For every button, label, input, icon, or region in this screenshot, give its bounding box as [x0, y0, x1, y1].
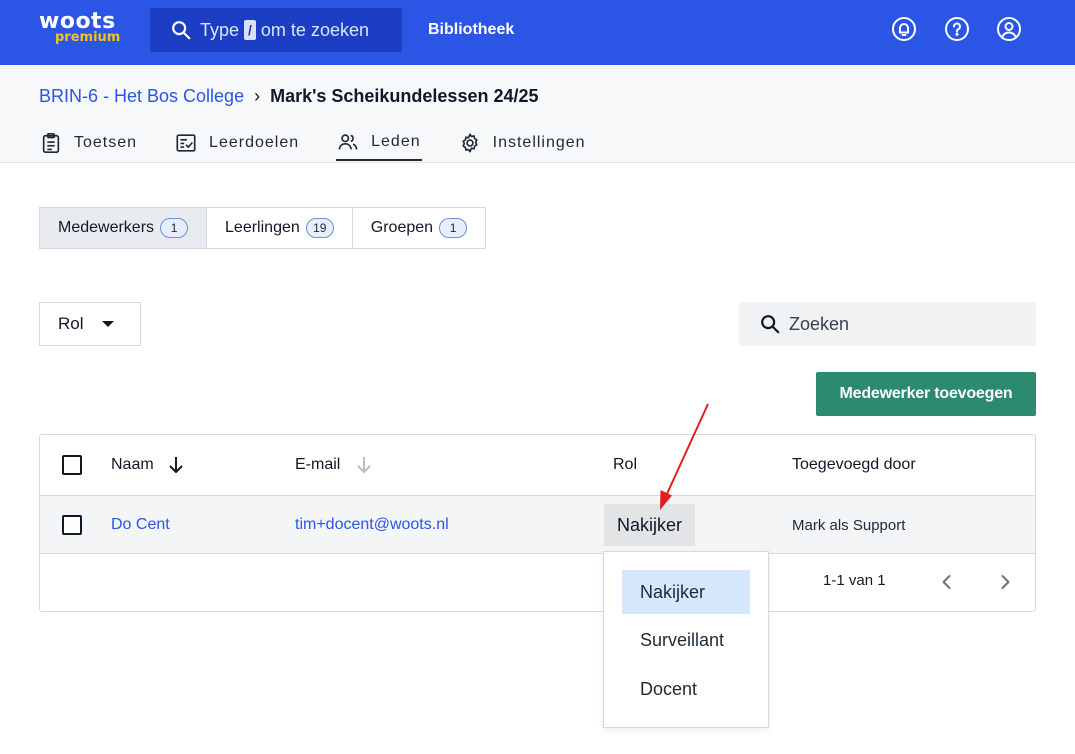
tab-label: Leden [371, 133, 421, 150]
column-header-role: Rol [613, 456, 638, 473]
role-option-nakijker[interactable]: Nakijker [622, 570, 750, 614]
segment-groepen[interactable]: Groepen 1 [353, 208, 485, 248]
select-all-checkbox[interactable] [62, 455, 82, 475]
column-header-label: Naam [111, 456, 154, 473]
segment-label: Medewerkers [58, 219, 155, 236]
course-tabs: Toetsen Leerdoelen Leden Instellingen [39, 125, 623, 163]
member-search-input[interactable]: Zoeken [739, 302, 1036, 346]
role-option-docent[interactable]: Docent [622, 667, 750, 711]
column-header-label: E-mail [295, 456, 341, 473]
segment-label: Leerlingen [225, 219, 300, 236]
table-header-row: Naam E-mail Rol Toegevoegd door [40, 435, 1035, 496]
clipboard-icon [42, 133, 60, 153]
search-placeholder: Zoeken [789, 313, 850, 334]
column-header-email[interactable]: E-mail [295, 453, 374, 477]
chevron-left-icon[interactable] [936, 571, 958, 593]
help-icon[interactable] [944, 16, 970, 42]
tab-label: Leerdoelen [209, 134, 300, 151]
account-icon[interactable] [996, 16, 1022, 42]
caret-down-icon [101, 321, 114, 327]
breadcrumb: BRIN-6 - Het Bos College › Mark's Scheik… [39, 85, 539, 107]
role-dropdown-menu: Nakijker Surveillant Docent [603, 551, 769, 728]
row-checkbox[interactable] [62, 515, 82, 535]
top-navigation-bar: woots premium Type / om te zoeken Biblio… [0, 0, 1075, 65]
segment-leerlingen[interactable]: Leerlingen 19 [207, 208, 353, 248]
segment-label: Groepen [370, 219, 434, 236]
search-icon [172, 21, 191, 40]
count-badge: 1 [439, 218, 468, 238]
tab-label: Instellingen [492, 134, 586, 151]
breadcrumb-school-link[interactable]: BRIN-6 - Het Bos College [39, 85, 244, 107]
add-staff-button[interactable]: Medewerker toevoegen [816, 372, 1036, 416]
count-badge: 1 [160, 218, 189, 238]
added-by-text: Mark als Support [792, 516, 906, 534]
role-select[interactable]: Nakijker [604, 504, 695, 546]
gear-icon [462, 133, 478, 153]
table-pagination: 1-1 van 1 [40, 554, 1035, 611]
logo-subtitle: premium [55, 30, 121, 45]
member-name-link[interactable]: Do Cent [111, 513, 170, 537]
nav-link-bibliotheek[interactable]: Bibliotheek [428, 20, 514, 40]
member-email-link[interactable]: tim+docent@woots.nl [295, 513, 449, 537]
page-header: BRIN-6 - Het Bos College › Mark's Scheik… [0, 65, 1075, 163]
breadcrumb-current-course: Mark's Scheikundelessen 24/25 [270, 86, 539, 106]
members-table: Naam E-mail Rol Toegevoegd door Do Cent … [39, 434, 1036, 612]
column-header-added-by: Toegevoegd door [792, 456, 916, 473]
role-filter-label: Rol [58, 314, 84, 333]
breadcrumb-separator: › [254, 86, 261, 106]
checklist-icon [176, 134, 196, 152]
chevron-right-icon[interactable] [994, 571, 1016, 593]
search-icon [761, 315, 780, 334]
sort-descending-icon[interactable] [166, 455, 186, 475]
woots-premium-logo[interactable]: woots premium [39, 10, 129, 50]
users-icon [338, 134, 358, 150]
role-option-surveillant[interactable]: Surveillant [622, 618, 750, 662]
role-filter-dropdown[interactable]: Rol [39, 302, 141, 346]
tab-label: Toetsen [74, 134, 138, 151]
segment-medewerkers[interactable]: Medewerkers 1 [40, 208, 208, 248]
search-prefix-text: Type [200, 19, 240, 40]
sort-inactive-icon[interactable] [354, 455, 374, 475]
notification-bell-icon[interactable] [891, 16, 917, 42]
tab-instellingen[interactable]: Instellingen [458, 125, 587, 161]
global-search-input[interactable]: Type / om te zoeken [150, 8, 402, 52]
member-type-segments: Medewerkers 1 Leerlingen 19 Groepen 1 [39, 207, 487, 249]
tab-leerdoelen[interactable]: Leerdoelen [174, 125, 300, 161]
tab-toetsen[interactable]: Toetsen [39, 125, 138, 161]
count-badge: 19 [305, 218, 334, 238]
table-row: Do Cent tim+docent@woots.nl Nakijker Mar… [40, 496, 1035, 554]
pagination-range: 1-1 van 1 [823, 572, 886, 589]
search-suffix-text: om te zoeken [260, 19, 369, 40]
search-shortcut-key: / [244, 20, 256, 40]
column-header-name[interactable]: Naam [111, 453, 186, 477]
tab-leden[interactable]: Leden [336, 125, 422, 161]
